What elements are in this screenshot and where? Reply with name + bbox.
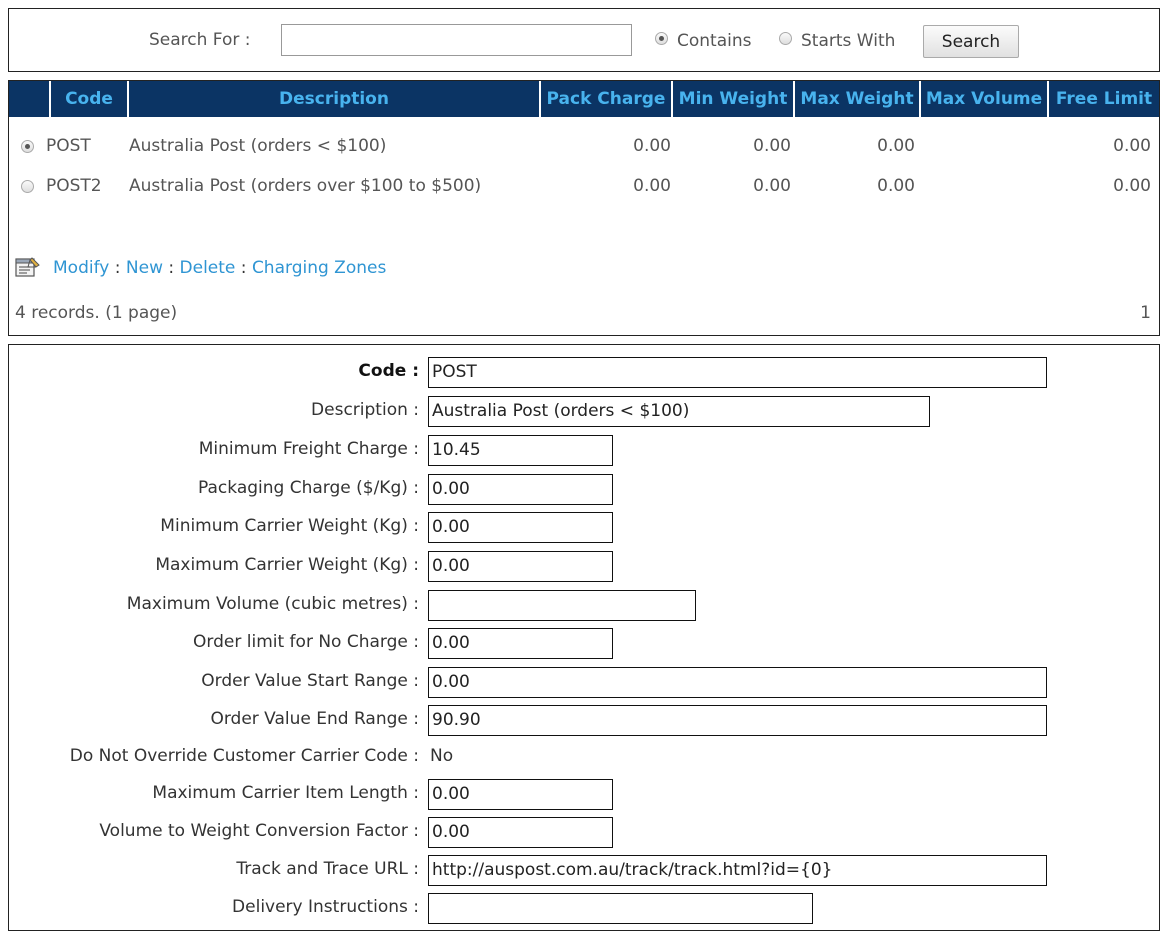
delivery-instructions-field[interactable] — [428, 893, 813, 924]
track-trace-url-field[interactable]: http://auspost.com.au/track/track.html?i… — [428, 855, 1047, 886]
volume-weight-factor-label: Volume to Weight Conversion Factor : — [99, 821, 419, 841]
max-item-length-label: Maximum Carrier Item Length : — [152, 783, 419, 803]
code-label: Code : — [358, 361, 419, 381]
starts-with-radio[interactable] — [779, 32, 792, 45]
search-button[interactable]: Search — [923, 25, 1019, 58]
min-freight-charge-label: Minimum Freight Charge : — [198, 439, 419, 459]
order-value-end-field[interactable]: 90.90 — [428, 705, 1047, 736]
min-freight-charge-field[interactable]: 10.45 — [428, 435, 613, 466]
order-limit-no-charge-label: Order limit for No Charge : — [193, 632, 419, 652]
row-pack-charge: 0.00 — [633, 136, 671, 156]
max-carrier-weight-field[interactable]: 0.00 — [428, 551, 613, 582]
delete-link[interactable]: Delete — [180, 258, 236, 278]
row-code: POST2 — [46, 176, 102, 196]
max-volume-label: Maximum Volume (cubic metres) : — [126, 594, 419, 614]
row-free-limit: 0.00 — [1113, 136, 1151, 156]
row-code: POST — [46, 136, 91, 156]
separator: : — [240, 258, 247, 278]
table-row[interactable]: POST Australia Post (orders < $100) 0.00… — [9, 132, 1159, 162]
do-not-override-value: No — [430, 746, 454, 766]
row-select-radio[interactable] — [21, 180, 34, 193]
track-trace-url-label: Track and Trace URL : — [236, 859, 419, 879]
header-code[interactable]: Code — [51, 81, 129, 117]
code-field[interactable]: POST — [428, 357, 1047, 388]
properties-icon — [15, 257, 40, 277]
header-free-limit[interactable]: Free Limit — [1049, 81, 1159, 117]
description-field[interactable]: Australia Post (orders < $100) — [428, 396, 930, 427]
search-input[interactable] — [281, 24, 632, 56]
contains-radio[interactable] — [655, 32, 668, 45]
do-not-override-label: Do Not Override Customer Carrier Code : — [69, 746, 419, 766]
starts-with-label[interactable]: Starts With — [801, 31, 895, 51]
header-select-column — [9, 81, 51, 117]
max-volume-field[interactable] — [428, 590, 696, 621]
order-value-start-label: Order Value Start Range : — [201, 671, 419, 691]
header-min-weight[interactable]: Min Weight — [673, 81, 795, 117]
description-label: Description : — [311, 400, 419, 420]
row-max-weight: 0.00 — [877, 136, 915, 156]
delivery-instructions-label: Delivery Instructions : — [232, 897, 419, 917]
volume-weight-factor-field[interactable]: 0.00 — [428, 817, 613, 848]
max-item-length-field[interactable]: 0.00 — [428, 779, 613, 810]
header-max-weight[interactable]: Max Weight — [795, 81, 921, 117]
separator: : — [168, 258, 175, 278]
row-description: Australia Post (orders < $100) — [129, 136, 387, 156]
search-panel: Search For : Contains Starts With Search — [8, 8, 1160, 72]
packaging-charge-label: Packaging Charge ($/Kg) : — [198, 478, 419, 498]
row-min-weight: 0.00 — [753, 136, 791, 156]
row-free-limit: 0.00 — [1113, 176, 1151, 196]
carrier-grid: Code Description Pack Charge Min Weight … — [8, 80, 1160, 336]
charging-zones-link[interactable]: Charging Zones — [252, 258, 386, 278]
row-select-radio[interactable] — [21, 140, 34, 153]
row-max-weight: 0.00 — [877, 176, 915, 196]
record-count: 4 records. (1 page) — [15, 303, 178, 323]
action-links: Modify : New : Delete : Charging Zones — [53, 258, 386, 278]
contains-label[interactable]: Contains — [677, 31, 751, 51]
separator: : — [114, 258, 121, 278]
min-carrier-weight-field[interactable]: 0.00 — [428, 512, 613, 543]
row-pack-charge: 0.00 — [633, 176, 671, 196]
row-description: Australia Post (orders over $100 to $500… — [129, 176, 482, 196]
page-number[interactable]: 1 — [1140, 303, 1151, 323]
carrier-detail-form: Code : POST Description : Australia Post… — [8, 344, 1160, 931]
packaging-charge-field[interactable]: 0.00 — [428, 474, 613, 505]
header-max-volume[interactable]: Max Volume — [921, 81, 1049, 117]
order-value-end-label: Order Value End Range : — [210, 709, 419, 729]
header-description[interactable]: Description — [129, 81, 541, 117]
min-carrier-weight-label: Minimum Carrier Weight (Kg) : — [160, 516, 419, 536]
order-value-start-field[interactable]: 0.00 — [428, 667, 1047, 698]
grid-header: Code Description Pack Charge Min Weight … — [9, 81, 1159, 117]
row-min-weight: 0.00 — [753, 176, 791, 196]
max-carrier-weight-label: Maximum Carrier Weight (Kg) : — [155, 555, 419, 575]
modify-link[interactable]: Modify — [53, 258, 109, 278]
header-pack-charge[interactable]: Pack Charge — [541, 81, 673, 117]
search-label: Search For : — [149, 30, 251, 50]
new-link[interactable]: New — [126, 258, 163, 278]
table-row[interactable]: POST2 Australia Post (orders over $100 t… — [9, 172, 1159, 202]
order-limit-no-charge-field[interactable]: 0.00 — [428, 628, 613, 659]
